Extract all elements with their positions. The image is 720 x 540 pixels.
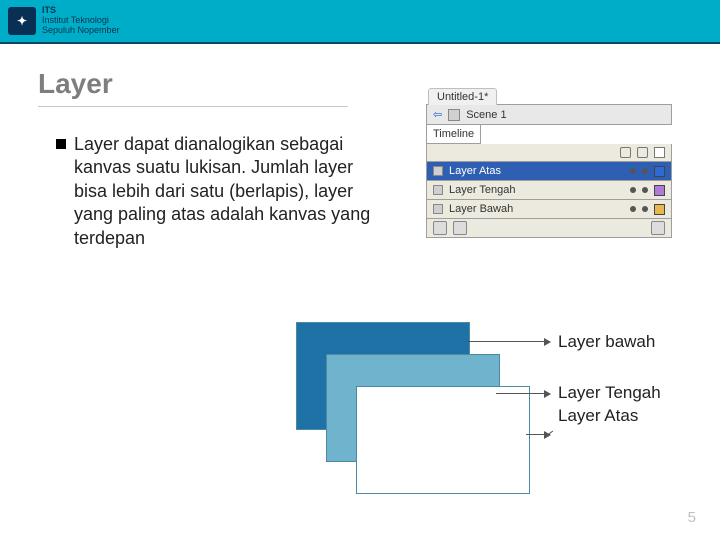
- arrow-icon: [526, 434, 550, 435]
- bullet-text: Layer dapat dianalogikan sebagai kanvas …: [74, 133, 386, 250]
- slide-header: ✦ ITS Institut Teknologi Sepuluh Nopembe…: [0, 0, 720, 44]
- back-arrow-icon[interactable]: ⇦: [433, 108, 442, 121]
- lock-dot-icon[interactable]: [642, 187, 648, 193]
- org-line2: Teknologi: [71, 15, 109, 25]
- folder-icon: [433, 166, 443, 176]
- layer-row-bawah[interactable]: Layer Bawah: [426, 200, 672, 219]
- timeline-panel: Untitled-1* ⇦ Scene 1 Timeline Layer Ata…: [426, 88, 672, 238]
- delete-layer-button[interactable]: [651, 221, 665, 235]
- layer-name: Layer Bawah: [449, 203, 513, 215]
- vis-dot-icon[interactable]: [630, 206, 636, 212]
- eye-icon[interactable]: [620, 147, 631, 158]
- lock-icon[interactable]: [637, 147, 648, 158]
- color-chip: [654, 204, 665, 215]
- layer-name: Layer Tengah: [449, 184, 515, 196]
- layer-header: [426, 144, 672, 162]
- folder-icon: [433, 185, 443, 195]
- arrow-icon: [496, 393, 550, 394]
- org-abbrev: ITS: [42, 5, 56, 15]
- lock-dot-icon[interactable]: [642, 168, 648, 174]
- diagram-rect-top: [356, 386, 530, 494]
- new-folder-button[interactable]: [453, 221, 467, 235]
- diagram-label-bottom: Layer bawah: [558, 332, 655, 352]
- vis-dot-icon[interactable]: [630, 187, 636, 193]
- org-line1: Institut: [42, 15, 69, 25]
- lock-dot-icon[interactable]: [642, 206, 648, 212]
- bullet-block: Layer dapat dianalogikan sebagai kanvas …: [56, 133, 386, 250]
- page-number: 5: [688, 509, 696, 526]
- timeline-label[interactable]: Timeline: [426, 125, 481, 144]
- org-text: ITS Institut Teknologi Sepuluh Nopember: [42, 6, 120, 36]
- folder-icon: [433, 204, 443, 214]
- color-chip: [654, 185, 665, 196]
- outline-icon[interactable]: [654, 147, 665, 158]
- scene-label[interactable]: Scene 1: [466, 109, 506, 121]
- diagram-label-top: Layer Atas: [558, 406, 638, 426]
- logo-icon: ✦: [8, 7, 36, 35]
- layer-row-atas[interactable]: Layer Atas: [426, 162, 672, 181]
- scene-icon: [448, 109, 460, 121]
- doc-tab[interactable]: Untitled-1*: [428, 88, 497, 105]
- layer-row-tengah[interactable]: Layer Tengah: [426, 181, 672, 200]
- bullet-icon: [56, 139, 66, 149]
- org-line3: Sepuluh Nopember: [42, 25, 120, 35]
- layer-diagram: [296, 322, 546, 482]
- new-layer-button[interactable]: [433, 221, 447, 235]
- scene-bar: ⇦ Scene 1: [426, 104, 672, 125]
- diagram-label-middle: Layer Tengah: [558, 383, 661, 403]
- layer-footer: [426, 219, 672, 238]
- slide-title: Layer: [38, 68, 348, 107]
- layer-name: Layer Atas: [449, 165, 501, 177]
- color-chip: [654, 166, 665, 177]
- arrow-icon: [466, 341, 550, 342]
- vis-dot-icon[interactable]: [630, 168, 636, 174]
